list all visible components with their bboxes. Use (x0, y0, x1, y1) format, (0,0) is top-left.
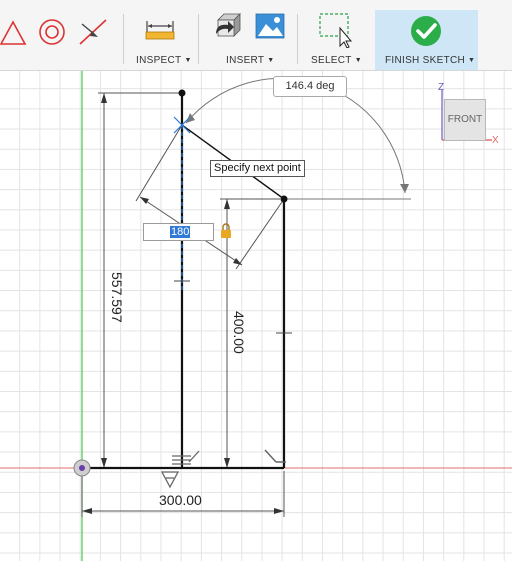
length-dimension[interactable] (135, 124, 285, 270)
prompt-tooltip: Specify next point (210, 160, 305, 177)
origin-icon[interactable] (73, 459, 91, 477)
width-dimension-text[interactable]: 300.00 (159, 492, 202, 508)
left-height-dimension-text[interactable]: 557.597 (109, 272, 125, 323)
coincident-constraint-icon[interactable] (172, 450, 200, 465)
viewcube-axis-z: Z (438, 82, 444, 93)
viewcube-axis-x: X (492, 135, 499, 146)
sketch-point[interactable] (178, 89, 186, 97)
angle-value-box[interactable]: 146.4 deg (273, 76, 347, 97)
lock-icon[interactable] (221, 223, 231, 238)
right-height-dimension[interactable] (220, 198, 280, 468)
right-height-dimension-text[interactable]: 400.00 (231, 311, 247, 354)
length-input-value[interactable]: 180 (170, 226, 191, 238)
fix-constraint-icon[interactable] (160, 471, 180, 489)
sketch-geometry: Z X (0, 71, 512, 561)
perpendicular-constraint-icon[interactable] (264, 449, 286, 463)
viewcube-front-face[interactable]: FRONT (444, 99, 486, 141)
sketch-point[interactable] (280, 195, 288, 203)
length-input-field[interactable]: 180 (143, 223, 214, 241)
